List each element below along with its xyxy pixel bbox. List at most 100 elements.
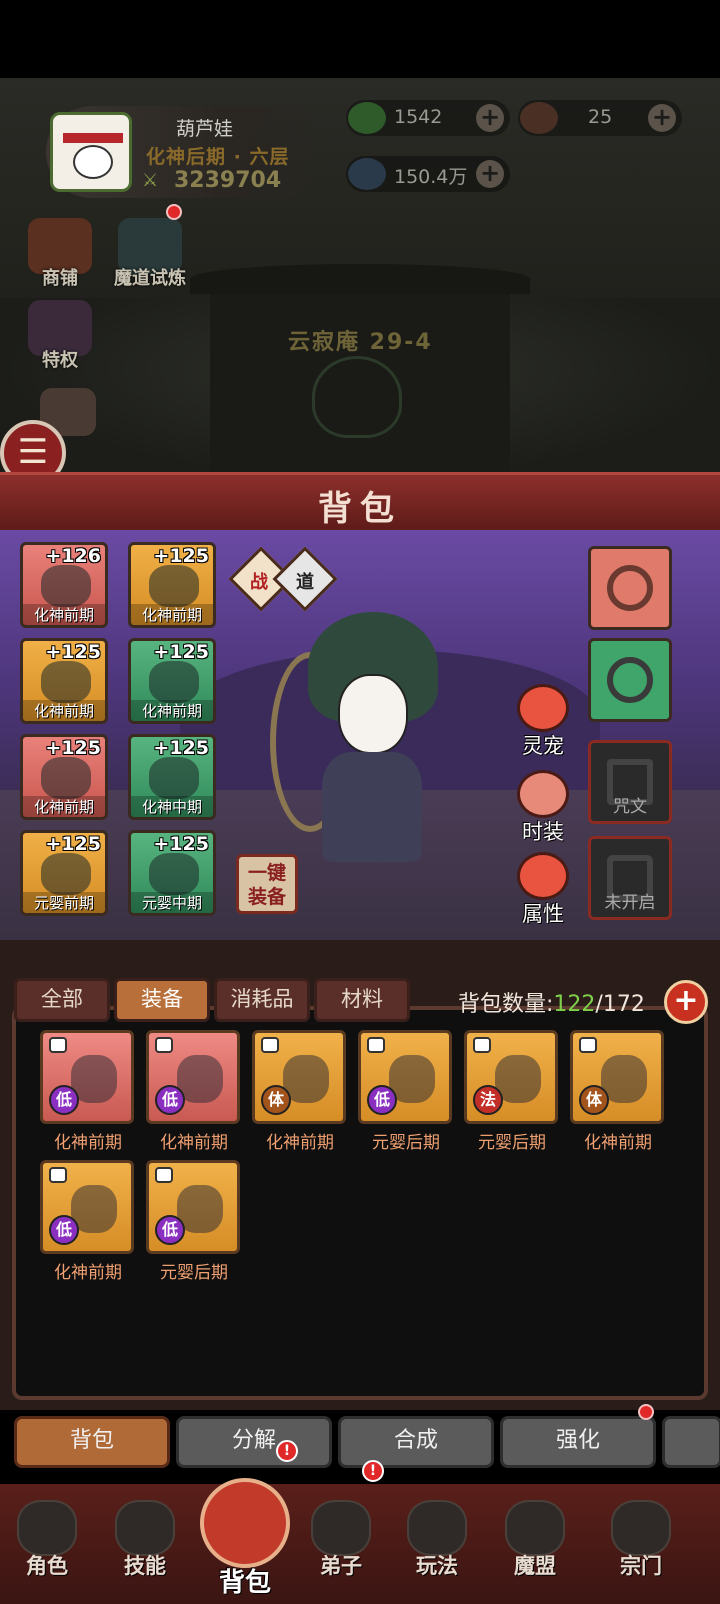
item-rank: 元婴后期 [160,1263,228,1283]
inventory-item[interactable]: 低 元婴后期 [358,1030,454,1153]
combat-power: 3239704 [174,168,282,193]
status-bar [0,0,720,78]
jade-coin-icon [348,102,386,134]
equip-slot-bracelet[interactable] [588,546,672,630]
player-card[interactable]: 葫芦娃 化神后期 · 六层 ⚔ 3239704 [46,106,336,198]
action-tab-combine[interactable]: 合成 [338,1416,494,1468]
equip-slot-cape[interactable]: +125 化神前期 [20,638,108,724]
currency-value: 150.4万 [394,166,468,188]
slot-rank: 化神前期 [23,796,105,817]
flame-vase-icon [115,1500,175,1556]
lock-icon [49,1167,67,1183]
mode-toggle[interactable]: 战 道 [228,546,338,612]
sword-crest-icon [407,1500,467,1556]
notification-dot [638,1404,654,1420]
page-title: 背包 [318,489,402,529]
equip-slot-robe[interactable]: +125 化神前期 [128,638,216,724]
slot-level: +125 [153,641,209,663]
inventory-item[interactable]: 体 化神前期 [570,1030,666,1153]
inventory-item[interactable]: 体 化神前期 [252,1030,348,1153]
add-jade-button[interactable]: + [476,104,504,132]
equip-slot-whip[interactable]: +125 化神中期 [128,734,216,820]
robe-outfit-icon [517,770,569,818]
curse-label: 咒文 [613,797,647,817]
nav-bag-active[interactable] [200,1478,290,1568]
equip-slot-ring-1[interactable]: +125 元婴前期 [20,830,108,916]
tab-materials[interactable]: 材料 [314,978,410,1022]
capacity-label: 背包数量: [458,992,554,1017]
nav-label: 技能 [124,1554,166,1578]
tab-consumables[interactable]: 消耗品 [214,978,310,1022]
cape-icon [41,661,91,703]
slot-level: +125 [153,737,209,759]
inventory-item[interactable]: 低 元婴后期 [146,1160,242,1283]
inventory-item[interactable]: 低 化神前期 [146,1030,242,1153]
robe-icon [149,661,199,703]
player-avatar[interactable] [50,112,132,192]
equip-slot-bangle[interactable] [588,638,672,722]
lock-icon [261,1037,279,1053]
item-tag: 体 [261,1085,291,1115]
slot-rank: 化神前期 [23,604,105,625]
stage-emblem-icon[interactable] [312,356,402,438]
attributes-button[interactable]: 属性 [508,852,578,928]
add-crystal-button[interactable]: + [476,160,504,188]
item-tag: 体 [579,1085,609,1115]
action-tab-decompose[interactable]: 分解 [176,1416,332,1468]
demon-mask-icon [505,1500,565,1556]
tab-equipment[interactable]: 装备 [114,978,210,1022]
one-key-equip-button[interactable]: 一键装备 [236,854,298,914]
capacity-used: 122 [553,992,596,1017]
nav-skills[interactable]: 技能 [100,1500,190,1580]
nav-gameplay[interactable]: 玩法 [392,1500,482,1580]
bracelet-icon [607,565,653,611]
talisman-icon [149,565,199,607]
slot-rank: 化神前期 [131,700,213,721]
currency-crystal: 150.4万 + [346,156,510,192]
tab-all[interactable]: 全部 [14,978,110,1022]
privilege-button[interactable]: 特权 [18,300,102,372]
pet-button[interactable]: 灵宠 [508,684,578,760]
privilege-label: 特权 [42,350,78,371]
nav-disciples[interactable]: 弟子 [296,1500,386,1580]
item-rank: 化神前期 [54,1263,122,1283]
action-tab-more[interactable] [662,1416,720,1468]
action-tab-bag[interactable]: 背包 [14,1416,170,1468]
inventory-item[interactable]: 低 化神前期 [40,1030,136,1153]
player-rank: 化神后期 · 六层 [146,146,290,168]
inventory-item[interactable]: 低 化神前期 [40,1160,136,1283]
lock-icon [155,1037,173,1053]
avatar-face [73,145,113,179]
slot-rank: 元婴中期 [131,892,213,913]
equip-slot-ring-2[interactable]: +125 元婴中期 [128,830,216,916]
equip-slot-amulet[interactable]: +125 化神前期 [20,734,108,820]
fashion-label: 时装 [522,820,564,844]
currency-value: 25 [588,106,613,128]
nav-character[interactable]: 角色 [2,1500,92,1580]
lock-icon [579,1037,597,1053]
bow-icon [41,565,91,607]
trial-button[interactable]: 魔道试炼 [108,204,192,290]
inventory-item[interactable]: 法 元婴后期 [464,1030,560,1153]
nav-alliance[interactable]: 魔盟 [490,1500,580,1580]
item-rank: 化神前期 [266,1133,334,1153]
add-token-button[interactable]: + [648,104,676,132]
item-tag: 低 [155,1085,185,1115]
equip-slot-talisman[interactable]: +125 化神前期 [128,542,216,628]
fashion-button[interactable]: 时装 [508,770,578,846]
equip-slot-weapon[interactable]: +126 化神前期 [20,542,108,628]
swirl-icon [517,852,569,900]
nav-sect[interactable]: 宗门 [596,1500,686,1580]
trial-label: 魔道试炼 [114,268,186,289]
shop-button[interactable]: 商铺 [18,218,102,290]
slot-rank: 元婴前期 [23,892,105,913]
alert-badge: ! [362,1460,384,1482]
beast-token-icon [520,102,558,134]
notification-dot [166,204,182,220]
action-tab-enhance[interactable]: 强化 [500,1416,656,1468]
curse-slot[interactable]: 咒文 [588,740,672,824]
expand-capacity-button[interactable]: + [664,980,708,1024]
item-tag: 低 [49,1085,79,1115]
item-tag: 低 [49,1215,79,1245]
capacity-total: /172 [595,992,645,1017]
